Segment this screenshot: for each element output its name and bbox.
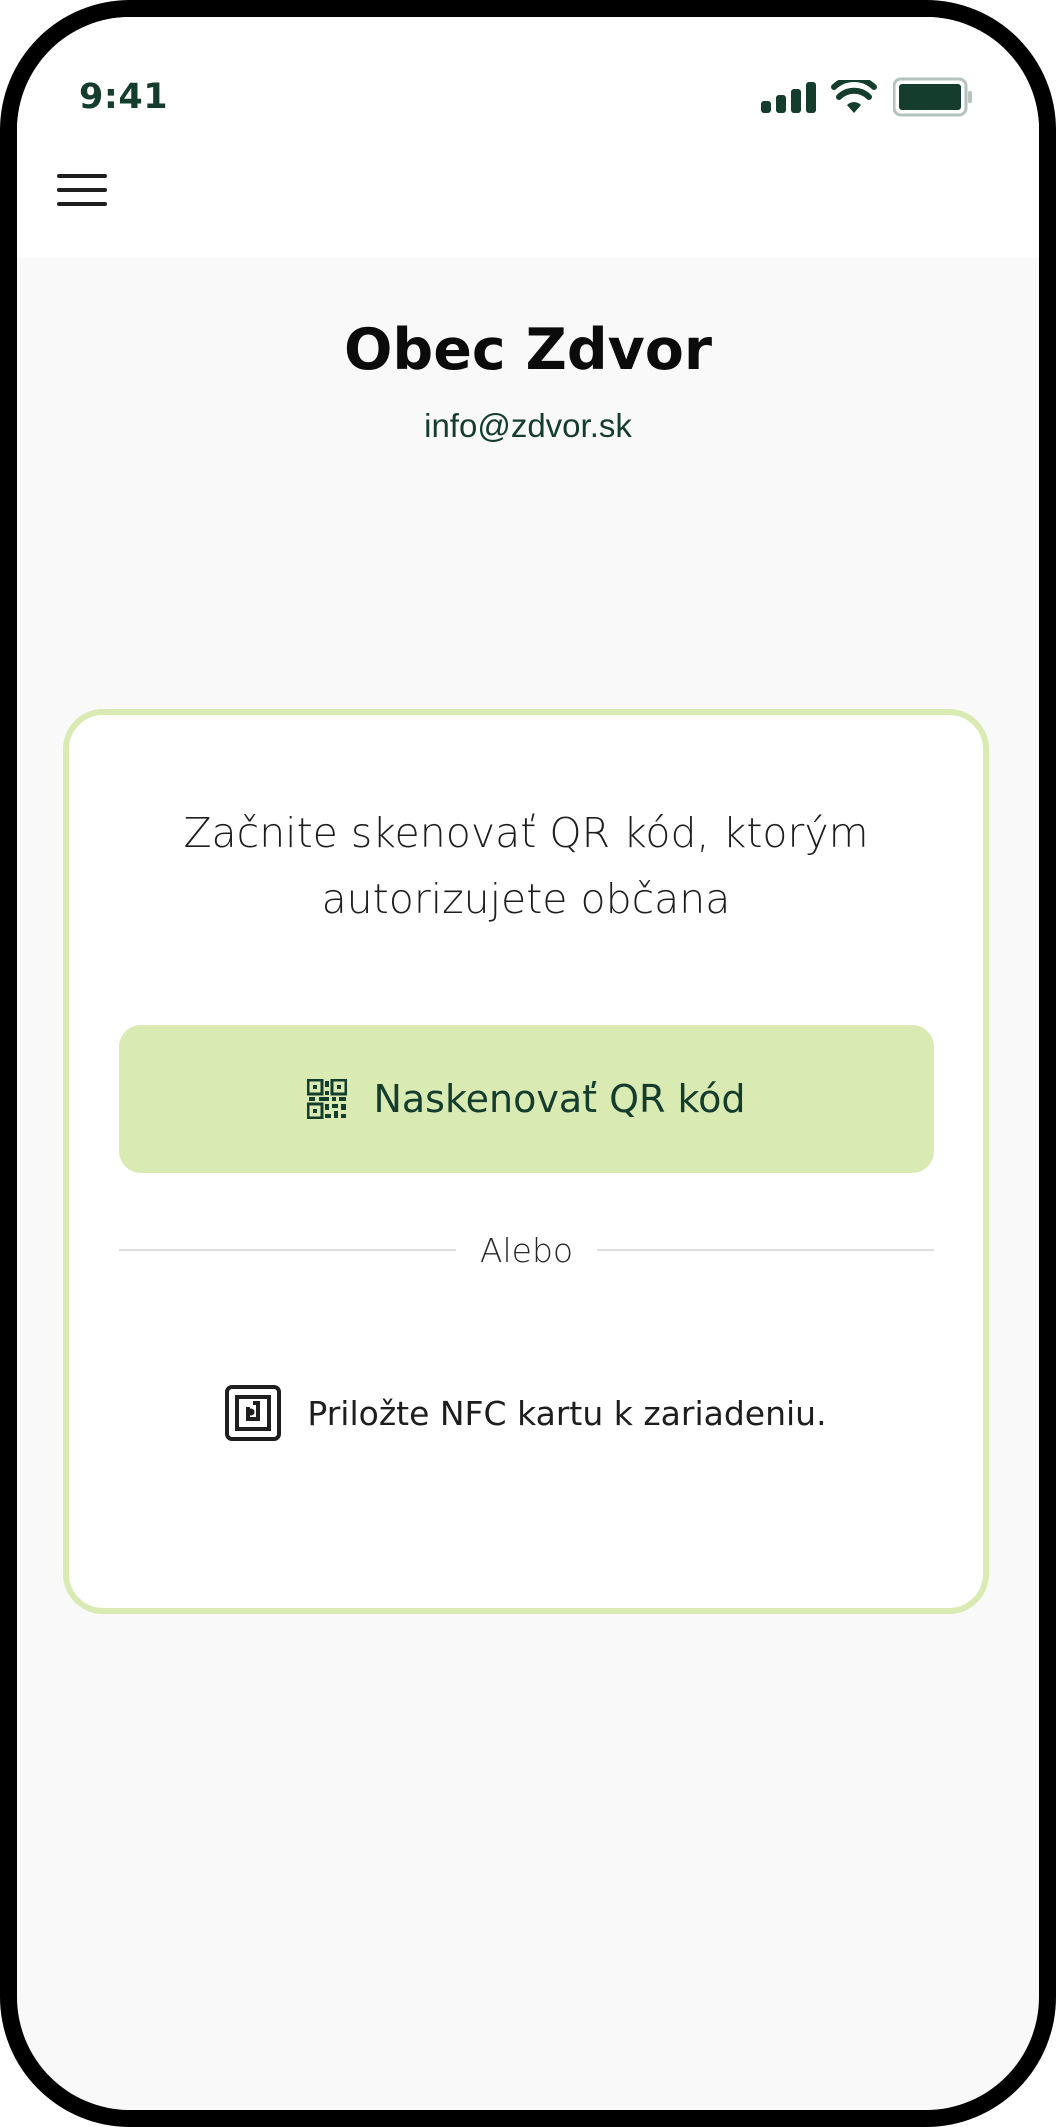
organization-email: info@zdvor.sk <box>424 407 632 444</box>
divider-line-right <box>597 1249 934 1251</box>
authorization-card: Začnite skenovať QR kód, ktorým autorizu… <box>63 709 989 1614</box>
phone-frame: 9:41 Obec Zdvor info@zdvor.sk Začnite sk… <box>0 0 1056 2127</box>
battery-icon <box>892 77 973 122</box>
cellular-signal-icon <box>761 81 817 118</box>
status-icons <box>761 75 973 122</box>
nfc-icon <box>225 1385 282 1441</box>
app-screen: 9:41 Obec Zdvor info@zdvor.sk Začnite sk… <box>17 17 1039 2110</box>
divider-line-left <box>119 1249 456 1251</box>
page-title: Obec Zdvor <box>343 317 713 383</box>
top-bar: 9:41 <box>17 17 1039 258</box>
instruction-text: Začnite skenovať QR kód, ktorým autorizu… <box>183 809 869 923</box>
hamburger-menu-icon[interactable] <box>53 165 113 215</box>
scan-qr-button[interactable]: Naskenovať QR kód <box>119 1025 934 1173</box>
qr-code-icon <box>307 1079 348 1119</box>
or-divider: Alebo <box>119 1225 934 1275</box>
nfc-instruction-text: Priložte NFC kartu k zariadeniu. <box>307 1393 827 1433</box>
wifi-icon <box>831 75 877 119</box>
divider-text: Alebo <box>479 1230 574 1270</box>
nfc-prompt: Priložte NFC kartu k zariadeniu. <box>69 1383 983 1443</box>
status-time: 9:41 <box>79 77 169 117</box>
scan-qr-button-label: Naskenovať QR kód <box>373 1077 746 1121</box>
